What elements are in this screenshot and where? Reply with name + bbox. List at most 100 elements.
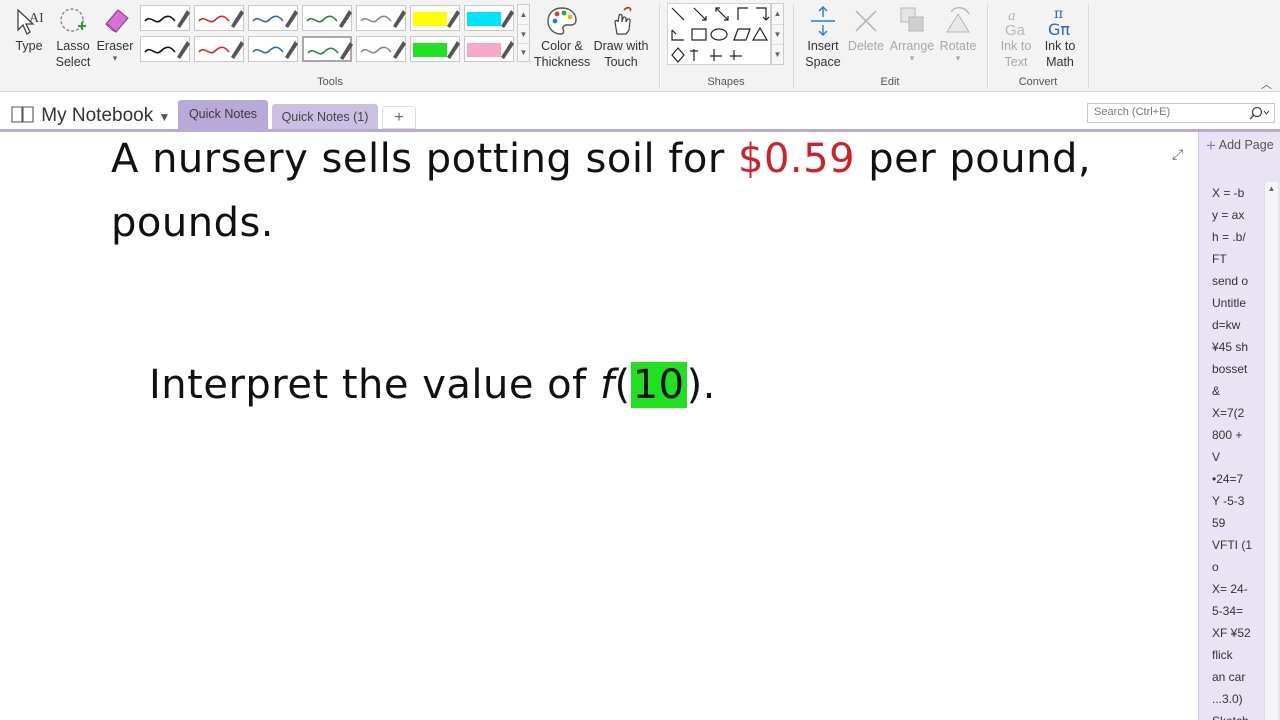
separator bbox=[659, 4, 660, 88]
highlighter-swatch[interactable] bbox=[410, 5, 460, 31]
pen-swatch[interactable] bbox=[302, 36, 353, 62]
page-list-item[interactable]: 800 + bbox=[1212, 424, 1264, 446]
page-list-item[interactable]: VFTI (1 bbox=[1212, 534, 1264, 556]
lasso-select-button[interactable]: Lasso Select bbox=[52, 4, 94, 70]
color-thickness-button[interactable]: Color & Thickness bbox=[534, 4, 590, 70]
page-canvas[interactable]: A nursery sells potting soil for $0.59 p… bbox=[0, 132, 1198, 720]
pen-gallery-scroll[interactable]: ▲ ▼ ▼ bbox=[517, 4, 530, 62]
insert-space-icon bbox=[811, 6, 835, 36]
page-list-item[interactable]: y = ax bbox=[1212, 204, 1264, 226]
pen-icon bbox=[252, 10, 298, 28]
page-list-item[interactable]: h = .b/ bbox=[1212, 226, 1264, 248]
price-text: $0.59 bbox=[738, 136, 856, 182]
notebook-selector[interactable]: My Notebook ▼ bbox=[10, 104, 170, 127]
page-list-item[interactable]: Sketch bbox=[1212, 710, 1264, 720]
page-list-item[interactable]: Untitle bbox=[1212, 292, 1264, 314]
scroll-down-icon[interactable]: ▼ bbox=[518, 24, 529, 43]
highlighter-swatch[interactable] bbox=[464, 5, 514, 31]
arrange-button[interactable]: Arrange ▾ bbox=[888, 4, 936, 63]
palette-icon bbox=[547, 7, 577, 35]
scroll-up-icon[interactable]: ▲ bbox=[1265, 182, 1278, 196]
page-list-item[interactable]: X=7(2 bbox=[1212, 402, 1264, 424]
separator bbox=[793, 4, 794, 88]
lasso-icon bbox=[60, 8, 86, 32]
collapse-ribbon-icon[interactable]: ︿ bbox=[1261, 76, 1272, 92]
insert-space-button[interactable]: Insert Space bbox=[800, 4, 846, 70]
page-list-item[interactable]: 59 bbox=[1212, 512, 1264, 534]
scroll-down-icon[interactable]: ▼ bbox=[772, 24, 783, 44]
notebook-icon bbox=[11, 106, 34, 123]
svg-text:Gπ: Gπ bbox=[1048, 20, 1070, 38]
pen-swatch[interactable] bbox=[356, 36, 406, 62]
pen-swatch[interactable] bbox=[302, 5, 352, 31]
arrange-icon bbox=[900, 7, 924, 32]
add-page-button[interactable]: + Add Page bbox=[1206, 136, 1274, 156]
separator bbox=[1088, 4, 1089, 88]
highlighter-icon bbox=[467, 10, 514, 28]
scroll-up-icon[interactable]: ▲ bbox=[518, 5, 529, 24]
pen-swatch[interactable] bbox=[248, 5, 298, 31]
type-button[interactable]: AI Type bbox=[8, 4, 50, 54]
page-list-item[interactable]: ¥45 sh bbox=[1212, 336, 1264, 358]
pen-swatch[interactable] bbox=[356, 5, 406, 31]
highlighter-swatch[interactable] bbox=[464, 36, 514, 62]
expand-icon[interactable]: ⤢ bbox=[1172, 146, 1183, 163]
page-list-item[interactable]: •24=7 bbox=[1212, 468, 1264, 490]
shapes-gallery bbox=[667, 3, 771, 65]
shapes-icon bbox=[671, 7, 770, 63]
page-list-item[interactable]: send o bbox=[1212, 270, 1264, 292]
page-list-item[interactable]: X = -b bbox=[1212, 182, 1264, 204]
rotate-button[interactable]: Rotate ▾ bbox=[936, 4, 980, 63]
pen-icon bbox=[307, 42, 353, 60]
search-icon[interactable] bbox=[1248, 106, 1270, 120]
page-list-item[interactable]: bosset bbox=[1212, 358, 1264, 380]
tab-quick-notes-1[interactable]: Quick Notes (1) bbox=[272, 104, 378, 129]
delete-x-icon bbox=[855, 10, 877, 32]
page-list-item[interactable]: X= 24- bbox=[1212, 578, 1264, 600]
separator bbox=[987, 4, 988, 88]
page-list-item[interactable]: 5-34= bbox=[1212, 600, 1264, 622]
delete-button[interactable]: Delete bbox=[846, 4, 886, 54]
scroll-up-icon[interactable]: ▲ bbox=[772, 4, 783, 24]
pen-icon bbox=[198, 10, 244, 28]
pen-swatch[interactable] bbox=[194, 36, 244, 62]
pen-icon bbox=[144, 10, 190, 28]
page-list-item[interactable]: flick bbox=[1212, 644, 1264, 666]
highlighter-icon bbox=[413, 10, 460, 28]
eraser-button[interactable]: Eraser ▾ bbox=[96, 4, 134, 63]
problem-line-2: pounds. bbox=[111, 200, 275, 246]
pen-icon bbox=[360, 10, 406, 28]
ink-to-math-icon: π Gπ bbox=[1048, 6, 1070, 38]
ink-to-text-button[interactable]: a Ga Ink to Text bbox=[994, 4, 1038, 70]
more-icon[interactable]: ▼ bbox=[772, 44, 783, 64]
svg-text:Ga: Ga bbox=[1005, 22, 1026, 38]
page-list-item[interactable]: XF ¥52 bbox=[1212, 622, 1264, 644]
page-list-scrollbar[interactable]: ▲ bbox=[1264, 182, 1278, 720]
page-list-item[interactable]: d=kw bbox=[1212, 314, 1264, 336]
pen-swatch[interactable] bbox=[248, 36, 298, 62]
ink-to-math-button[interactable]: π Gπ Ink to Math bbox=[1038, 4, 1082, 70]
page-list-item[interactable]: FT bbox=[1212, 248, 1264, 270]
chevron-down-icon: ▼ bbox=[158, 110, 171, 124]
page-list-item[interactable]: ...3.0) bbox=[1212, 688, 1264, 710]
rotate-icon bbox=[946, 7, 970, 33]
more-icon[interactable]: ▼ bbox=[518, 43, 529, 61]
draw-with-touch-button[interactable]: Draw with Touch bbox=[592, 4, 650, 70]
pen-swatch[interactable] bbox=[140, 5, 190, 31]
search-input[interactable]: Search (Ctrl+E) bbox=[1087, 103, 1275, 123]
page-list-item[interactable]: an car bbox=[1212, 666, 1264, 688]
add-section-button[interactable]: + bbox=[382, 106, 416, 129]
tab-quick-notes[interactable]: Quick Notes bbox=[178, 100, 268, 129]
touch-hand-icon bbox=[614, 6, 632, 35]
page-list-item[interactable]: & bbox=[1212, 380, 1264, 402]
highlighter-swatch[interactable] bbox=[410, 36, 460, 62]
shapes-scroll[interactable]: ▲ ▼ ▼ bbox=[771, 3, 784, 65]
svg-text:AI: AI bbox=[29, 11, 44, 26]
page-list-item[interactable]: Y -5-3 bbox=[1212, 490, 1264, 512]
page-list-item[interactable]: V bbox=[1212, 446, 1264, 468]
pen-swatch[interactable] bbox=[140, 36, 190, 62]
page-list: X = -b y = ax h = .b/FT send o Untitle d=kw ¥4… bbox=[1212, 182, 1264, 720]
page-list-item[interactable]: o bbox=[1212, 556, 1264, 578]
pen-swatch[interactable] bbox=[194, 5, 244, 31]
convert-group-label: Convert bbox=[1018, 76, 1058, 88]
